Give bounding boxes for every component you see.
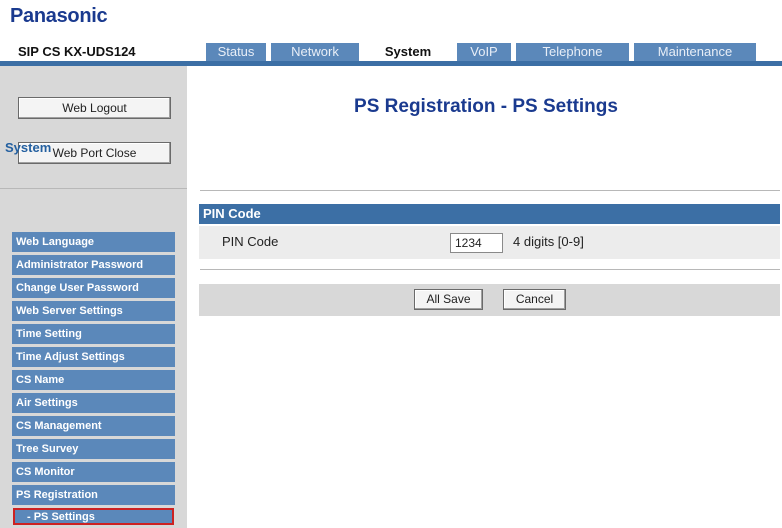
all-save-button[interactable]: All Save	[414, 289, 483, 310]
tab-network[interactable]: Network	[271, 43, 359, 61]
sidebar-item-air-settings[interactable]: Air Settings	[12, 393, 175, 413]
model-name: SIP CS KX-UDS124	[18, 44, 136, 59]
sidebar-section-title: System	[5, 140, 52, 155]
sidebar-divider	[0, 188, 187, 189]
sidebar-item-web-server-settings[interactable]: Web Server Settings	[12, 301, 175, 321]
sidebar-item-time-setting[interactable]: Time Setting	[12, 324, 175, 344]
sidebar-item-cs-name[interactable]: CS Name	[12, 370, 175, 390]
cancel-button[interactable]: Cancel	[503, 289, 566, 310]
sidebar-item-cs-management[interactable]: CS Management	[12, 416, 175, 436]
sidebar-item-tree-survey[interactable]: Tree Survey	[12, 439, 175, 459]
pin-code-label: PIN Code	[222, 234, 279, 249]
brand-logo: Panasonic	[10, 5, 108, 27]
sidebar-subitem-ps-settings[interactable]: - PS Settings	[13, 508, 174, 525]
section-header-pin-code: PIN Code	[199, 204, 780, 224]
tab-status[interactable]: Status	[206, 43, 266, 61]
tab-telephone[interactable]: Telephone	[516, 43, 629, 61]
title-divider	[200, 190, 780, 191]
sidebar-item-web-language[interactable]: Web Language	[12, 232, 175, 252]
web-logout-button[interactable]: Web Logout	[18, 97, 171, 119]
sidebar-item-administrator-password[interactable]: Administrator Password	[12, 255, 175, 275]
pin-code-input[interactable]	[450, 233, 503, 253]
page-title: PS Registration - PS Settings	[354, 96, 618, 117]
tab-system[interactable]: System	[364, 43, 452, 61]
tab-maintenance[interactable]: Maintenance	[634, 43, 756, 61]
pin-code-hint: 4 digits [0-9]	[513, 234, 584, 249]
tab-voip[interactable]: VoIP	[457, 43, 511, 61]
sidebar-item-time-adjust-settings[interactable]: Time Adjust Settings	[12, 347, 175, 367]
action-bar: All Save Cancel	[199, 284, 780, 316]
sidebar-item-cs-monitor[interactable]: CS Monitor	[12, 462, 175, 482]
form-divider	[200, 269, 780, 270]
pin-code-row: PIN Code 4 digits [0-9]	[199, 226, 780, 259]
sidebar-item-ps-registration[interactable]: PS Registration	[12, 485, 175, 505]
sidebar-item-change-user-password[interactable]: Change User Password	[12, 278, 175, 298]
